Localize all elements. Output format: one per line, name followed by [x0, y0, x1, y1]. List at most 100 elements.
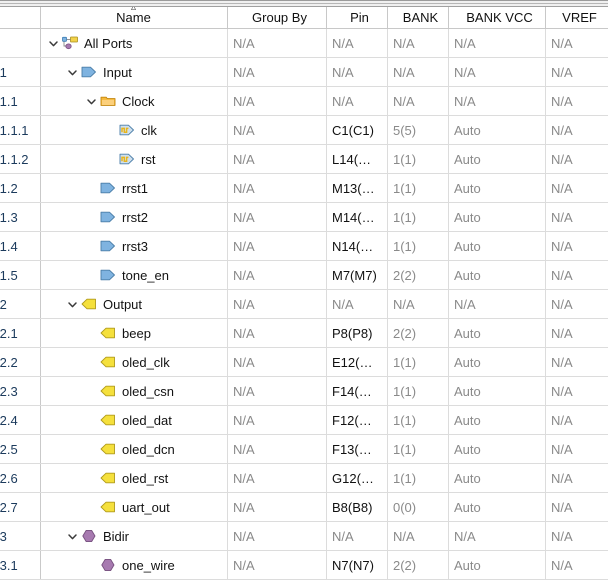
panel-splitter[interactable] — [0, 0, 608, 7]
table-row[interactable]: .3.1 one_wire N/A N7(N7) 2(2) Auto N/A — [0, 551, 608, 580]
bank-cell[interactable]: 5(5) — [387, 116, 448, 144]
table-row[interactable]: .1.1 Clock N/A N/A N/A N/A N/A — [0, 87, 608, 116]
table-row[interactable]: .1.3 rrst2 N/A M14(… 1(1) Auto N/A — [0, 203, 608, 232]
table-row[interactable]: .2.5 oled_dcn N/A F13(… 1(1) Auto N/A — [0, 435, 608, 464]
vref-cell[interactable]: N/A — [545, 174, 608, 202]
vref-cell[interactable]: N/A — [545, 493, 608, 521]
pin-cell[interactable]: M13(… — [326, 174, 387, 202]
group-by-cell[interactable]: N/A — [227, 232, 326, 260]
pin-cell[interactable]: E12(… — [326, 348, 387, 376]
bank-cell[interactable]: N/A — [387, 29, 448, 57]
vref-cell[interactable]: N/A — [545, 261, 608, 289]
pin-cell[interactable]: F12(… — [326, 406, 387, 434]
pin-cell[interactable]: P8(P8) — [326, 319, 387, 347]
pin-cell[interactable]: F13(… — [326, 435, 387, 463]
table-row[interactable]: .3 Bidir N/A N/A N/A N/A N/A — [0, 522, 608, 551]
bank-cell[interactable]: 0(0) — [387, 493, 448, 521]
port-name-cell[interactable]: Bidir — [40, 522, 227, 550]
table-row[interactable]: .1.2 rrst1 N/A M13(… 1(1) Auto N/A — [0, 174, 608, 203]
vref-cell[interactable]: N/A — [545, 435, 608, 463]
bank-vcc-cell[interactable]: Auto — [448, 261, 545, 289]
group-by-cell[interactable]: N/A — [227, 29, 326, 57]
group-by-cell[interactable]: N/A — [227, 406, 326, 434]
table-row[interactable]: .1.4 rrst3 N/A N14(… 1(1) Auto N/A — [0, 232, 608, 261]
bank-cell[interactable]: 1(1) — [387, 406, 448, 434]
port-name-cell[interactable]: one_wire — [40, 551, 227, 579]
table-row[interactable]: .2.7 uart_out N/A B8(B8) 0(0) Auto N/A — [0, 493, 608, 522]
port-name-cell[interactable]: oled_dat — [40, 406, 227, 434]
vref-cell[interactable]: N/A — [545, 551, 608, 579]
column-header-group-by[interactable]: Group By — [227, 7, 326, 28]
bank-vcc-cell[interactable]: N/A — [448, 290, 545, 318]
bank-vcc-cell[interactable]: Auto — [448, 145, 545, 173]
port-name-cell[interactable]: rst — [40, 145, 227, 173]
table-row[interactable]: .1.1.1 clk N/A C1(C1) 5(5) Auto N/A — [0, 116, 608, 145]
group-by-cell[interactable]: N/A — [227, 145, 326, 173]
bank-vcc-cell[interactable]: Auto — [448, 377, 545, 405]
table-row[interactable]: All Ports N/A N/A N/A N/A N/A — [0, 29, 608, 58]
group-by-cell[interactable]: N/A — [227, 551, 326, 579]
vref-cell[interactable]: N/A — [545, 29, 608, 57]
vref-cell[interactable]: N/A — [545, 319, 608, 347]
bank-vcc-cell[interactable]: Auto — [448, 203, 545, 231]
pin-cell[interactable]: M7(M7) — [326, 261, 387, 289]
bank-vcc-cell[interactable]: Auto — [448, 232, 545, 260]
vref-cell[interactable]: N/A — [545, 58, 608, 86]
bank-vcc-cell[interactable]: Auto — [448, 464, 545, 492]
vref-cell[interactable]: N/A — [545, 203, 608, 231]
group-by-cell[interactable]: N/A — [227, 203, 326, 231]
port-name-cell[interactable]: rrst3 — [40, 232, 227, 260]
vref-cell[interactable]: N/A — [545, 116, 608, 144]
vref-cell[interactable]: N/A — [545, 232, 608, 260]
column-header-vref[interactable]: VREF — [545, 7, 608, 28]
vref-cell[interactable]: N/A — [545, 464, 608, 492]
port-name-cell[interactable]: uart_out — [40, 493, 227, 521]
bank-vcc-cell[interactable]: Auto — [448, 319, 545, 347]
table-row[interactable]: .2.4 oled_dat N/A F12(… 1(1) Auto N/A — [0, 406, 608, 435]
bank-cell[interactable]: 1(1) — [387, 203, 448, 231]
bank-cell[interactable]: 1(1) — [387, 348, 448, 376]
bank-cell[interactable]: 2(2) — [387, 551, 448, 579]
column-header-pin[interactable]: Pin — [326, 7, 387, 28]
pin-cell[interactable]: N14(… — [326, 232, 387, 260]
group-by-cell[interactable]: N/A — [227, 58, 326, 86]
pin-cell[interactable]: C1(C1) — [326, 116, 387, 144]
pin-cell[interactable]: F14(… — [326, 377, 387, 405]
group-by-cell[interactable]: N/A — [227, 435, 326, 463]
bank-cell[interactable]: 1(1) — [387, 435, 448, 463]
bank-vcc-cell[interactable]: N/A — [448, 29, 545, 57]
bank-cell[interactable]: N/A — [387, 522, 448, 550]
bank-cell[interactable]: N/A — [387, 87, 448, 115]
bank-cell[interactable]: 1(1) — [387, 377, 448, 405]
port-name-cell[interactable]: oled_dcn — [40, 435, 227, 463]
vref-cell[interactable]: N/A — [545, 522, 608, 550]
vref-cell[interactable]: N/A — [545, 145, 608, 173]
port-name-cell[interactable]: tone_en — [40, 261, 227, 289]
chevron-down-icon[interactable] — [65, 65, 80, 80]
table-row[interactable]: .2.1 beep N/A P8(P8) 2(2) Auto N/A — [0, 319, 608, 348]
table-row[interactable]: .1.1.2 rst N/A L14(… 1(1) Auto N/A — [0, 145, 608, 174]
pin-cell[interactable]: N/A — [326, 29, 387, 57]
pin-cell[interactable]: N/A — [326, 87, 387, 115]
pin-cell[interactable]: L14(… — [326, 145, 387, 173]
chevron-down-icon[interactable] — [65, 529, 80, 544]
group-by-cell[interactable]: N/A — [227, 464, 326, 492]
vref-cell[interactable]: N/A — [545, 406, 608, 434]
bank-vcc-cell[interactable]: Auto — [448, 174, 545, 202]
chevron-down-icon[interactable] — [46, 36, 61, 51]
bank-cell[interactable]: 1(1) — [387, 464, 448, 492]
column-header-bank[interactable]: BANK — [387, 7, 448, 28]
group-by-cell[interactable]: N/A — [227, 87, 326, 115]
table-row[interactable]: .2.2 oled_clk N/A E12(… 1(1) Auto N/A — [0, 348, 608, 377]
bank-cell[interactable]: 2(2) — [387, 261, 448, 289]
bank-vcc-cell[interactable]: N/A — [448, 58, 545, 86]
bank-vcc-cell[interactable]: Auto — [448, 348, 545, 376]
port-name-cell[interactable]: oled_rst — [40, 464, 227, 492]
group-by-cell[interactable]: N/A — [227, 290, 326, 318]
port-name-cell[interactable]: Clock — [40, 87, 227, 115]
group-by-cell[interactable]: N/A — [227, 116, 326, 144]
vref-cell[interactable]: N/A — [545, 87, 608, 115]
port-name-cell[interactable]: rrst1 — [40, 174, 227, 202]
chevron-down-icon[interactable] — [65, 297, 80, 312]
group-by-cell[interactable]: N/A — [227, 522, 326, 550]
